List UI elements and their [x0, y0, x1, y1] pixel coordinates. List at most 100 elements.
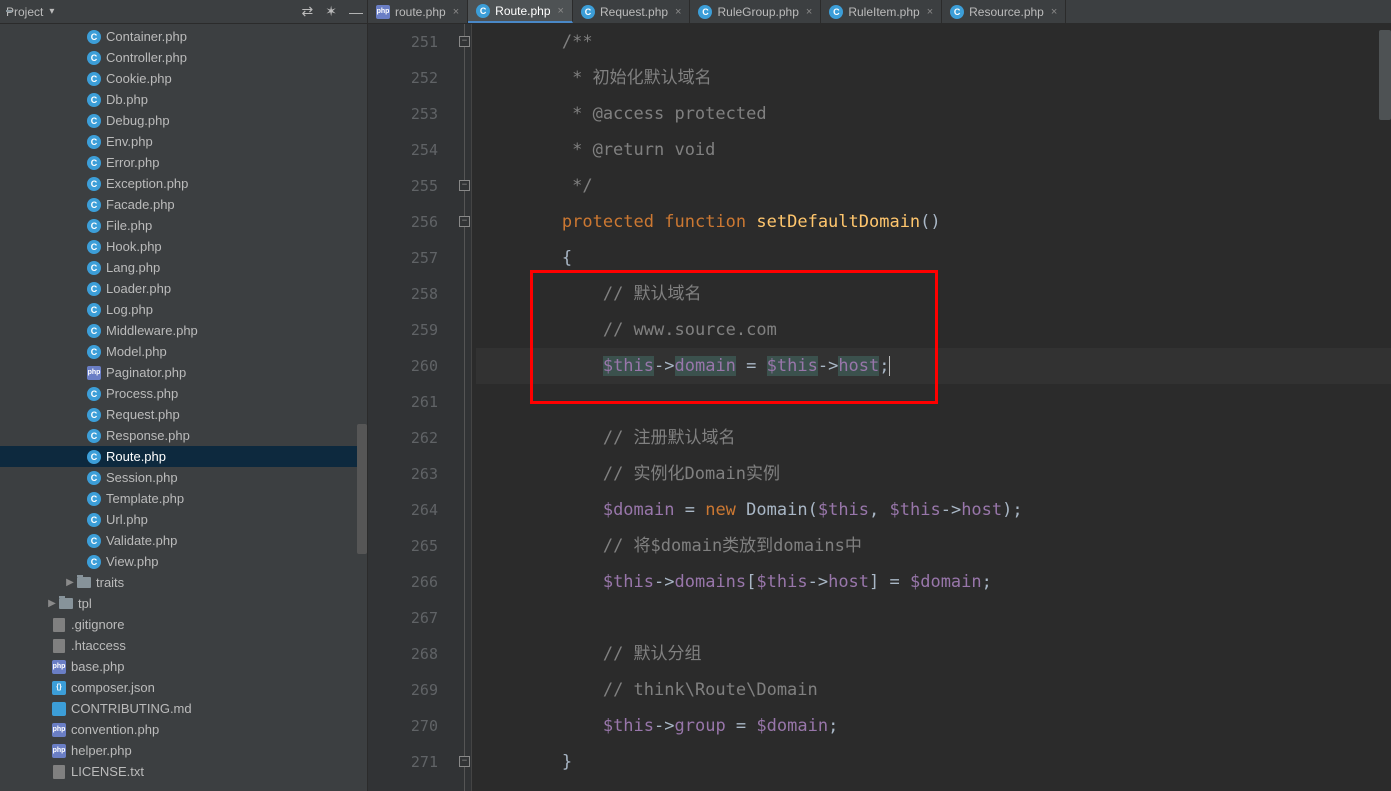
collapse-icon[interactable]: — [349, 4, 363, 20]
php-c-icon: C [86, 155, 102, 171]
code-line-269[interactable]: // think\Route\Domain [476, 672, 1391, 708]
code-line-268[interactable]: // 默认分组 [476, 636, 1391, 672]
tab-rulegroup-php[interactable]: CRuleGroup.php× [690, 0, 821, 23]
fold-toggle-icon[interactable]: − [459, 180, 470, 191]
tree-item-license-txt[interactable]: LICENSE.txt [0, 761, 367, 782]
tree-item-route-php[interactable]: CRoute.php [0, 446, 367, 467]
tree-item-response-php[interactable]: CResponse.php [0, 425, 367, 446]
tree-item-exception-php[interactable]: CException.php [0, 173, 367, 194]
php-c-icon: C [86, 428, 102, 444]
code-line-260[interactable]: $this->domain = $this->host; [476, 348, 1391, 384]
code-line-254[interactable]: * @return void [476, 132, 1391, 168]
tree-item-view-php[interactable]: CView.php [0, 551, 367, 572]
tab-route-php[interactable]: phproute.php× [368, 0, 468, 23]
tree-item-file-php[interactable]: CFile.php [0, 215, 367, 236]
tree-item-url-php[interactable]: CUrl.php [0, 509, 367, 530]
tab-ruleitem-php[interactable]: CRuleItem.php× [821, 0, 942, 23]
tree-item-label: Request.php [106, 407, 180, 422]
tree-item-traits[interactable]: ▶traits [0, 572, 367, 593]
chevron-down-icon[interactable]: ▾ [49, 6, 54, 17]
close-icon[interactable]: × [558, 5, 564, 17]
fold-toggle-icon[interactable]: − [459, 36, 470, 47]
tree-item-paginator-php[interactable]: phpPaginator.php [0, 362, 367, 383]
sidebar-toolbar: ⇄ ✶ — [302, 3, 363, 20]
php-c-icon: C [86, 386, 102, 402]
close-icon[interactable]: × [1051, 6, 1057, 18]
code-line-253[interactable]: * @access protected [476, 96, 1391, 132]
code-content[interactable]: /** * 初始化默认域名 * @access protected * @ret… [472, 24, 1391, 791]
expand-arrow-icon[interactable]: ▶ [64, 577, 76, 588]
tree-item-contributing-md[interactable]: CONTRIBUTING.md [0, 698, 367, 719]
tree-item-log-php[interactable]: CLog.php [0, 299, 367, 320]
tree-item-template-php[interactable]: CTemplate.php [0, 488, 367, 509]
code-line-263[interactable]: // 实例化Domain实例 [476, 456, 1391, 492]
tree-item-lang-php[interactable]: CLang.php [0, 257, 367, 278]
tree-item-request-php[interactable]: CRequest.php [0, 404, 367, 425]
code-line-252[interactable]: * 初始化默认域名 [476, 60, 1391, 96]
tree-item-validate-php[interactable]: CValidate.php [0, 530, 367, 551]
sidebar-scrollbar[interactable] [357, 424, 367, 554]
tree-item-tpl[interactable]: ▶tpl [0, 593, 367, 614]
tree-item-process-php[interactable]: CProcess.php [0, 383, 367, 404]
php-c-icon: C [86, 344, 102, 360]
code-line-255[interactable]: */ [476, 168, 1391, 204]
tree-item-label: Error.php [106, 155, 159, 170]
php-c-icon: C [86, 470, 102, 486]
code-line-258[interactable]: // 默认域名 [476, 276, 1391, 312]
tree-item-composer-json[interactable]: {}composer.json [0, 677, 367, 698]
gear-icon[interactable]: ✶ [325, 3, 337, 20]
code-line-256[interactable]: protected function setDefaultDomain() [476, 204, 1391, 240]
fold-toggle-icon[interactable]: − [459, 756, 470, 767]
fold-strip[interactable]: − − − − [458, 24, 472, 791]
tree-item-env-php[interactable]: CEnv.php [0, 131, 367, 152]
tree-item--htaccess[interactable]: .htaccess [0, 635, 367, 656]
code-line-261[interactable] [476, 384, 1391, 420]
close-icon[interactable]: × [927, 6, 933, 18]
php-c-icon: C [86, 134, 102, 150]
expand-arrow-icon[interactable]: ▶ [46, 598, 58, 609]
code-panel[interactable]: 2512522532542552562572582592602612622632… [368, 24, 1391, 791]
tree-item-error-php[interactable]: C Error.php [0, 152, 367, 173]
tree-item-label: Validate.php [106, 533, 177, 548]
tree-item-label: Log.php [106, 302, 153, 317]
tab-resource-php[interactable]: CResource.php× [942, 0, 1066, 23]
tree-item-label: Url.php [106, 512, 148, 527]
tab-route-php[interactable]: CRoute.php× [468, 0, 573, 23]
tree-item-db-php[interactable]: CDb.php [0, 89, 367, 110]
tree-item-loader-php[interactable]: CLoader.php [0, 278, 367, 299]
tree-item-controller-php[interactable]: CController.php [0, 47, 367, 68]
code-line-265[interactable]: // 将$domain类放到domains中 [476, 528, 1391, 564]
code-line-271[interactable]: } [476, 744, 1391, 780]
tree-item-cookie-php[interactable]: CCookie.php [0, 68, 367, 89]
tree-item-debug-php[interactable]: CDebug.php [0, 110, 367, 131]
tree-item--gitignore[interactable]: .gitignore [0, 614, 367, 635]
tree-item-helper-php[interactable]: phphelper.php [0, 740, 367, 761]
code-line-264[interactable]: $domain = new Domain($this, $this->host)… [476, 492, 1391, 528]
code-line-251[interactable]: /** [476, 24, 1391, 60]
file-tree[interactable]: CContainer.phpCController.phpCCookie.php… [0, 24, 367, 791]
code-line-259[interactable]: // www.source.com [476, 312, 1391, 348]
tree-item-facade-php[interactable]: CFacade.php [0, 194, 367, 215]
tree-item-convention-php[interactable]: phpconvention.php [0, 719, 367, 740]
close-icon[interactable]: × [453, 6, 459, 18]
tree-item-model-php[interactable]: CModel.php [0, 341, 367, 362]
tree-item-base-php[interactable]: phpbase.php [0, 656, 367, 677]
tree-item-session-php[interactable]: CSession.php [0, 467, 367, 488]
fold-toggle-icon[interactable]: − [459, 216, 470, 227]
editor-scrollbar[interactable] [1379, 30, 1391, 120]
close-icon[interactable]: × [806, 6, 812, 18]
tree-item-middleware-php[interactable]: CMiddleware.php [0, 320, 367, 341]
code-line-262[interactable]: // 注册默认域名 [476, 420, 1391, 456]
tab-request-php[interactable]: CRequest.php× [573, 0, 691, 23]
line-number: 254 [368, 132, 438, 168]
code-line-267[interactable] [476, 600, 1391, 636]
close-icon[interactable]: × [675, 6, 681, 18]
tree-item-container-php[interactable]: CContainer.php [0, 26, 367, 47]
tree-item-hook-php[interactable]: CHook.php [0, 236, 367, 257]
code-line-257[interactable]: { [476, 240, 1391, 276]
code-line-270[interactable]: $this->group = $domain; [476, 708, 1391, 744]
settings-sliders-icon[interactable]: ⇄ [302, 3, 314, 20]
folder-icon [58, 596, 74, 612]
code-line-266[interactable]: $this->domains[$this->host] = $domain; [476, 564, 1391, 600]
sidebar-header[interactable]: Project ▾ ⇄ ✶ — [0, 0, 367, 24]
